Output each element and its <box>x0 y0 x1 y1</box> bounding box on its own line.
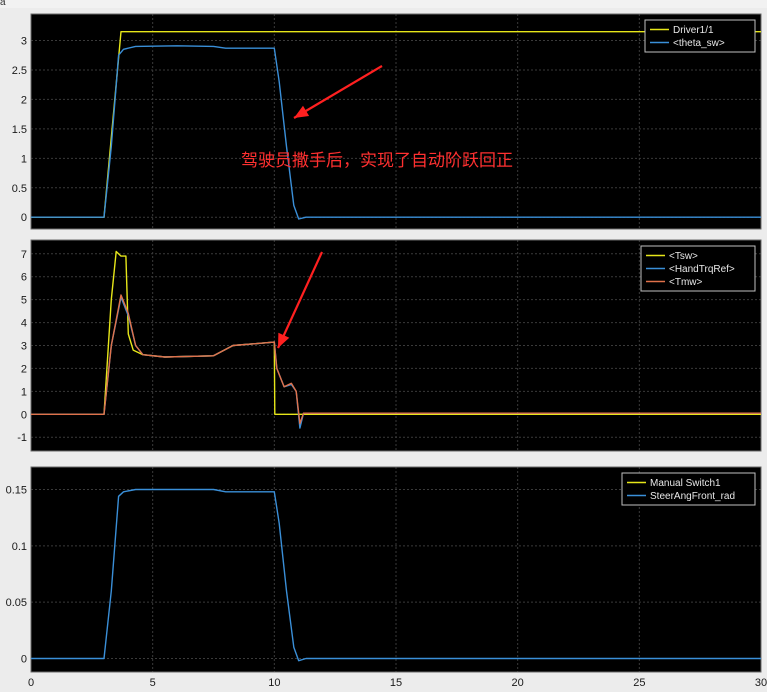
y-tick-label: 1 <box>21 153 27 165</box>
y-tick-label: 0 <box>21 212 27 224</box>
annotation-text: 驾驶员撒手后，实现了自动阶跃回正 <box>241 151 513 171</box>
panel-1: 0 0.5 1 1.5 2 2.5 3 Driver1/1 <theta_sw> 驾驶员撒手后，实… <box>12 13 762 230</box>
y-tick-label: 0.05 <box>6 597 27 609</box>
y-tick-label: 0.1 <box>12 541 27 553</box>
y-tick-label: 3 <box>21 36 27 48</box>
x-tick-label: 15 <box>390 677 402 689</box>
y-tick-label: 2.5 <box>12 65 27 77</box>
legend-label: <Tsw> <box>669 251 698 262</box>
x-tick-label: 20 <box>512 677 524 689</box>
scope-figure: 0 0.5 1 1.5 2 2.5 3 Driver1/1 <theta_sw> 驾驶员撒手后，实… <box>6 13 767 689</box>
y-tick-label: 0.15 <box>6 485 27 497</box>
y-tick-label: 0 <box>21 409 27 421</box>
legend: Driver1/1 <theta_sw> <box>644 19 756 53</box>
y-tick-label: 0 <box>21 653 27 665</box>
y-tick-label: -1 <box>17 432 27 444</box>
y-tick-label: 0.5 <box>12 183 27 195</box>
legend-label: <HandTrqRef> <box>669 264 735 275</box>
y-tick-label: 1.5 <box>12 124 27 136</box>
x-tick-label: 25 <box>633 677 645 689</box>
panel-2: -1 0 1 2 3 4 5 6 7 <Tsw> <HandTrqRef> <Tmw> <box>17 239 762 452</box>
x-tick-label: 10 <box>268 677 280 689</box>
legend-label: <Tmw> <box>669 277 703 288</box>
panel-3: 0 0.05 0.1 0.15 0 5 10 15 20 25 30 Manual Switch1 St… <box>6 466 767 689</box>
y-tick-label: 1 <box>21 386 27 398</box>
y-tick-label: 2 <box>21 94 27 106</box>
legend-label: Driver1/1 <box>673 25 714 36</box>
legend-label: <theta_sw> <box>673 38 725 49</box>
legend-label: SteerAngFront_rad <box>650 491 735 502</box>
y-tick-label: 3 <box>21 341 27 353</box>
x-tick-label: 0 <box>28 677 34 689</box>
legend: <Tsw> <HandTrqRef> <Tmw> <box>640 245 756 292</box>
y-tick-label: 7 <box>21 249 27 261</box>
y-tick-label: 4 <box>21 318 27 330</box>
legend: Manual Switch1 SteerAngFront_rad <box>621 472 756 506</box>
x-tick-label: 30 <box>755 677 767 689</box>
y-tick-label: 2 <box>21 363 27 375</box>
x-tick-label: 5 <box>150 677 156 689</box>
y-tick-label: 6 <box>21 272 27 284</box>
y-tick-label: 5 <box>21 295 27 307</box>
legend-label: Manual Switch1 <box>650 478 721 489</box>
